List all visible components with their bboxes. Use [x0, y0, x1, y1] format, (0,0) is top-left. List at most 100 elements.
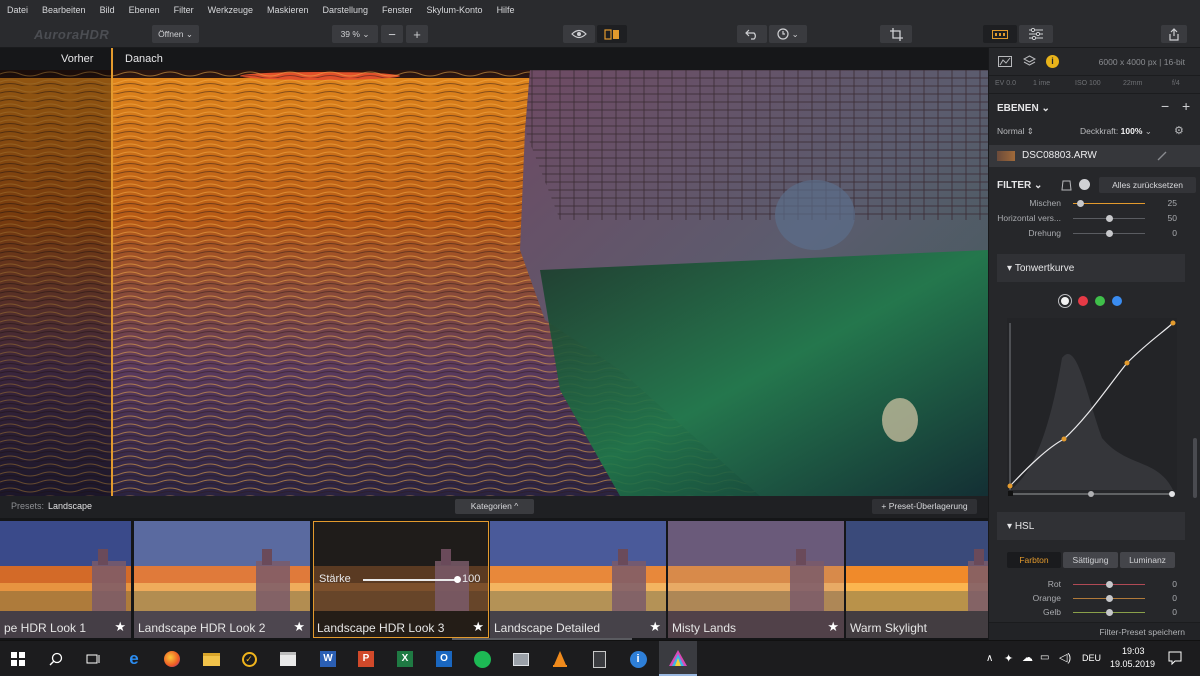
slider-knob[interactable] [1105, 609, 1113, 616]
slider-knob[interactable] [1105, 215, 1113, 222]
preset-thumbnail[interactable]: Landscape HDR Look 2 ★ [134, 521, 310, 638]
slider-knob[interactable] [1105, 581, 1113, 588]
info-icon[interactable]: i [1046, 55, 1059, 68]
favorite-star-icon[interactable]: ★ [649, 619, 661, 635]
preset-overlay-button[interactable]: + Preset-Überlagerung [872, 499, 977, 514]
add-layer-icon[interactable]: + [1182, 98, 1190, 114]
info-app-icon[interactable]: i [628, 649, 648, 669]
image-canvas[interactable]: Vorher Danach [0, 48, 988, 496]
edge-browser-icon[interactable]: e [124, 649, 144, 669]
slider-value[interactable]: 0 [1172, 593, 1177, 603]
menu-item-filter[interactable]: Filter [167, 5, 201, 15]
menu-item-bearbeiten[interactable]: Bearbeiten [35, 5, 93, 15]
layer-settings-icon[interactable]: ⚙ [1174, 124, 1184, 137]
channel-rgb[interactable] [1058, 294, 1072, 308]
categories-button[interactable]: Kategorien ^ [455, 499, 534, 514]
layout-button[interactable] [983, 25, 1017, 43]
preset-thumbnail[interactable]: Landscape Detailed ★ [490, 521, 666, 638]
zoom-out-button[interactable]: − [381, 25, 403, 43]
task-view-icon[interactable] [83, 649, 103, 669]
tasks-app-icon[interactable]: ✓ [239, 649, 259, 669]
word-icon[interactable]: W [318, 649, 338, 669]
panel-scrollbar[interactable] [1193, 438, 1197, 498]
slider-knob[interactable] [1076, 200, 1084, 207]
undo-button[interactable] [737, 25, 767, 43]
slider-value[interactable]: 0 [1172, 228, 1177, 238]
brush-icon[interactable] [1157, 151, 1169, 161]
preset-thumbnail[interactable]: Misty Lands ★ [668, 521, 844, 638]
mask-icon[interactable] [1061, 180, 1072, 191]
store-icon[interactable] [278, 649, 298, 669]
tone-curve-graph[interactable] [1007, 318, 1177, 500]
spotify-icon[interactable] [472, 649, 492, 669]
file-explorer-icon[interactable] [201, 649, 221, 669]
preset-thumbnail[interactable]: pe HDR Look 1 ★ [0, 521, 131, 638]
clock-date[interactable]: 19.05.2019 [1110, 659, 1155, 669]
show-hidden-icons-icon[interactable]: ∧ [986, 653, 993, 664]
preset-thumbnail[interactable]: Landscape HDR Look 3 ★ Stärke 100 [313, 521, 489, 638]
vlc-icon[interactable] [550, 649, 570, 669]
cloud-icon[interactable]: ☁ [1022, 651, 1033, 664]
tone-curve-header[interactable]: ▾ Tonwertkurve [997, 254, 1185, 282]
slider-knob[interactable] [1105, 595, 1113, 602]
hsl-tab-luminanz[interactable]: Luminanz [1120, 552, 1175, 568]
favorite-star-icon[interactable]: ★ [827, 619, 839, 635]
reset-all-button[interactable]: Alles zurücksetzen [1099, 177, 1196, 193]
slider-value[interactable]: 50 [1168, 213, 1177, 223]
strength-knob[interactable] [454, 576, 461, 583]
input-language[interactable]: DEU [1082, 653, 1101, 663]
channel-red[interactable] [1078, 296, 1088, 306]
remove-layer-icon[interactable]: − [1161, 98, 1169, 114]
layers-icon[interactable] [1023, 55, 1036, 68]
windows-start-icon[interactable] [8, 649, 28, 669]
aperture-icon[interactable] [1079, 179, 1090, 190]
aurora-hdr-taskbar-button[interactable] [659, 641, 697, 676]
outlook-icon[interactable]: O [434, 649, 454, 669]
histogram-icon[interactable] [998, 56, 1012, 67]
menu-item-darstellung[interactable]: Darstellung [315, 5, 375, 15]
favorite-star-icon[interactable]: ★ [114, 619, 126, 635]
menu-item-skylum-konto[interactable]: Skylum-Konto [420, 5, 490, 15]
filter-title[interactable]: FILTER ⌄ [997, 180, 1042, 191]
image-viewer-icon[interactable] [511, 649, 531, 669]
history-button[interactable]: ⌄ [769, 25, 807, 43]
slider-track[interactable] [1073, 203, 1145, 204]
compare-button[interactable] [597, 25, 627, 43]
share-button[interactable] [1161, 25, 1187, 43]
menu-item-maskieren[interactable]: Maskieren [260, 5, 316, 15]
opacity-control[interactable]: Deckkraft: 100% ⌄ [1080, 126, 1152, 137]
menu-item-fenster[interactable]: Fenster [375, 5, 420, 15]
menu-item-datei[interactable]: Datei [0, 5, 35, 15]
blend-mode-select[interactable]: Normal ⇕ [997, 126, 1034, 137]
clock-time[interactable]: 19:03 [1122, 646, 1145, 656]
powerpoint-icon[interactable]: P [356, 649, 376, 669]
notifications-icon[interactable] [1168, 651, 1182, 665]
layer-row[interactable]: DSC08803.ARW [989, 145, 1200, 167]
open-button[interactable]: Öffnen ⌄ [152, 25, 199, 43]
layers-title[interactable]: EBENEN ⌄ [997, 103, 1050, 114]
zoom-dropdown[interactable]: 39 % ⌄ [332, 25, 378, 43]
before-after-divider[interactable] [111, 48, 113, 496]
dropbox-icon[interactable]: ✦ [1004, 652, 1013, 665]
crop-button[interactable] [880, 25, 912, 43]
search-icon[interactable] [46, 649, 66, 669]
channel-blue[interactable] [1112, 296, 1122, 306]
preset-thumbnail[interactable]: Warm Skylight [846, 521, 988, 638]
channel-green[interactable] [1095, 296, 1105, 306]
favorite-star-icon[interactable]: ★ [472, 619, 484, 635]
menu-item-hilfe[interactable]: Hilfe [490, 5, 522, 15]
favorite-star-icon[interactable]: ★ [293, 619, 305, 635]
presets-category[interactable]: Landscape [48, 501, 92, 511]
adjustments-button[interactable] [1019, 25, 1053, 43]
hsl-tab-farbton[interactable]: Farbton [1007, 552, 1061, 568]
network-icon[interactable]: ▭ [1040, 652, 1049, 663]
firefox-icon[interactable] [162, 649, 182, 669]
slider-knob[interactable] [1105, 230, 1113, 237]
hsl-header[interactable]: ▾ HSL [997, 512, 1185, 540]
slider-value[interactable]: 0 [1172, 607, 1177, 617]
menu-item-bild[interactable]: Bild [93, 5, 122, 15]
zoom-in-button[interactable]: + [406, 25, 428, 43]
strength-track[interactable] [363, 579, 457, 581]
slider-value[interactable]: 0 [1172, 579, 1177, 589]
calculator-icon[interactable] [589, 649, 609, 669]
